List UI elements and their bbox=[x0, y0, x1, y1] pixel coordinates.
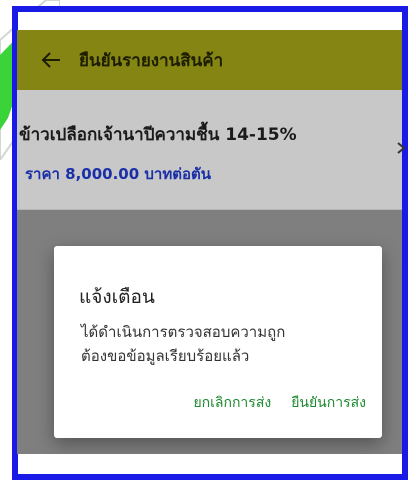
app-screen: ยืนยันรายงานสินค้า ข้าวเปลือกเจ้านาปีควา… bbox=[17, 30, 402, 454]
page-title: ยืนยันรายงานสินค้า bbox=[79, 50, 224, 71]
dialog-actions: ยกเลิกการส่ง ยืนยันการส่ง bbox=[193, 392, 366, 414]
dialog-message-line-1: ได้ดำเนินการตรวจสอบความถูก bbox=[81, 323, 286, 341]
product-name: ข้าวเปลือกเจ้านาปีความชื้น 14-15% bbox=[19, 125, 297, 145]
dialog-title: แจ้งเตือน bbox=[79, 286, 155, 308]
arrow-left-icon[interactable] bbox=[31, 30, 71, 90]
confirm-send-button[interactable]: ยืนยันการส่ง bbox=[291, 392, 366, 414]
app-bar: ยืนยันรายงานสินค้า bbox=[17, 30, 402, 90]
dialog-message: ได้ดำเนินการตรวจสอบความถูก ต้องขอข้อมูลเ… bbox=[81, 320, 371, 368]
product-card[interactable]: ข้าวเปลือกเจ้านาปีความชื้น 14-15% ราคา 8… bbox=[17, 90, 402, 210]
product-price: ราคา 8,000.00 บาทต่อตัน bbox=[25, 165, 211, 183]
alert-dialog: แจ้งเตือน ได้ดำเนินการตรวจสอบความถูก ต้อ… bbox=[54, 246, 382, 438]
chevron-right-icon[interactable] bbox=[396, 140, 406, 159]
dialog-message-line-2: ต้องขอข้อมูลเรียบร้อยแล้ว bbox=[81, 347, 250, 365]
cancel-send-button[interactable]: ยกเลิกการส่ง bbox=[193, 392, 271, 414]
